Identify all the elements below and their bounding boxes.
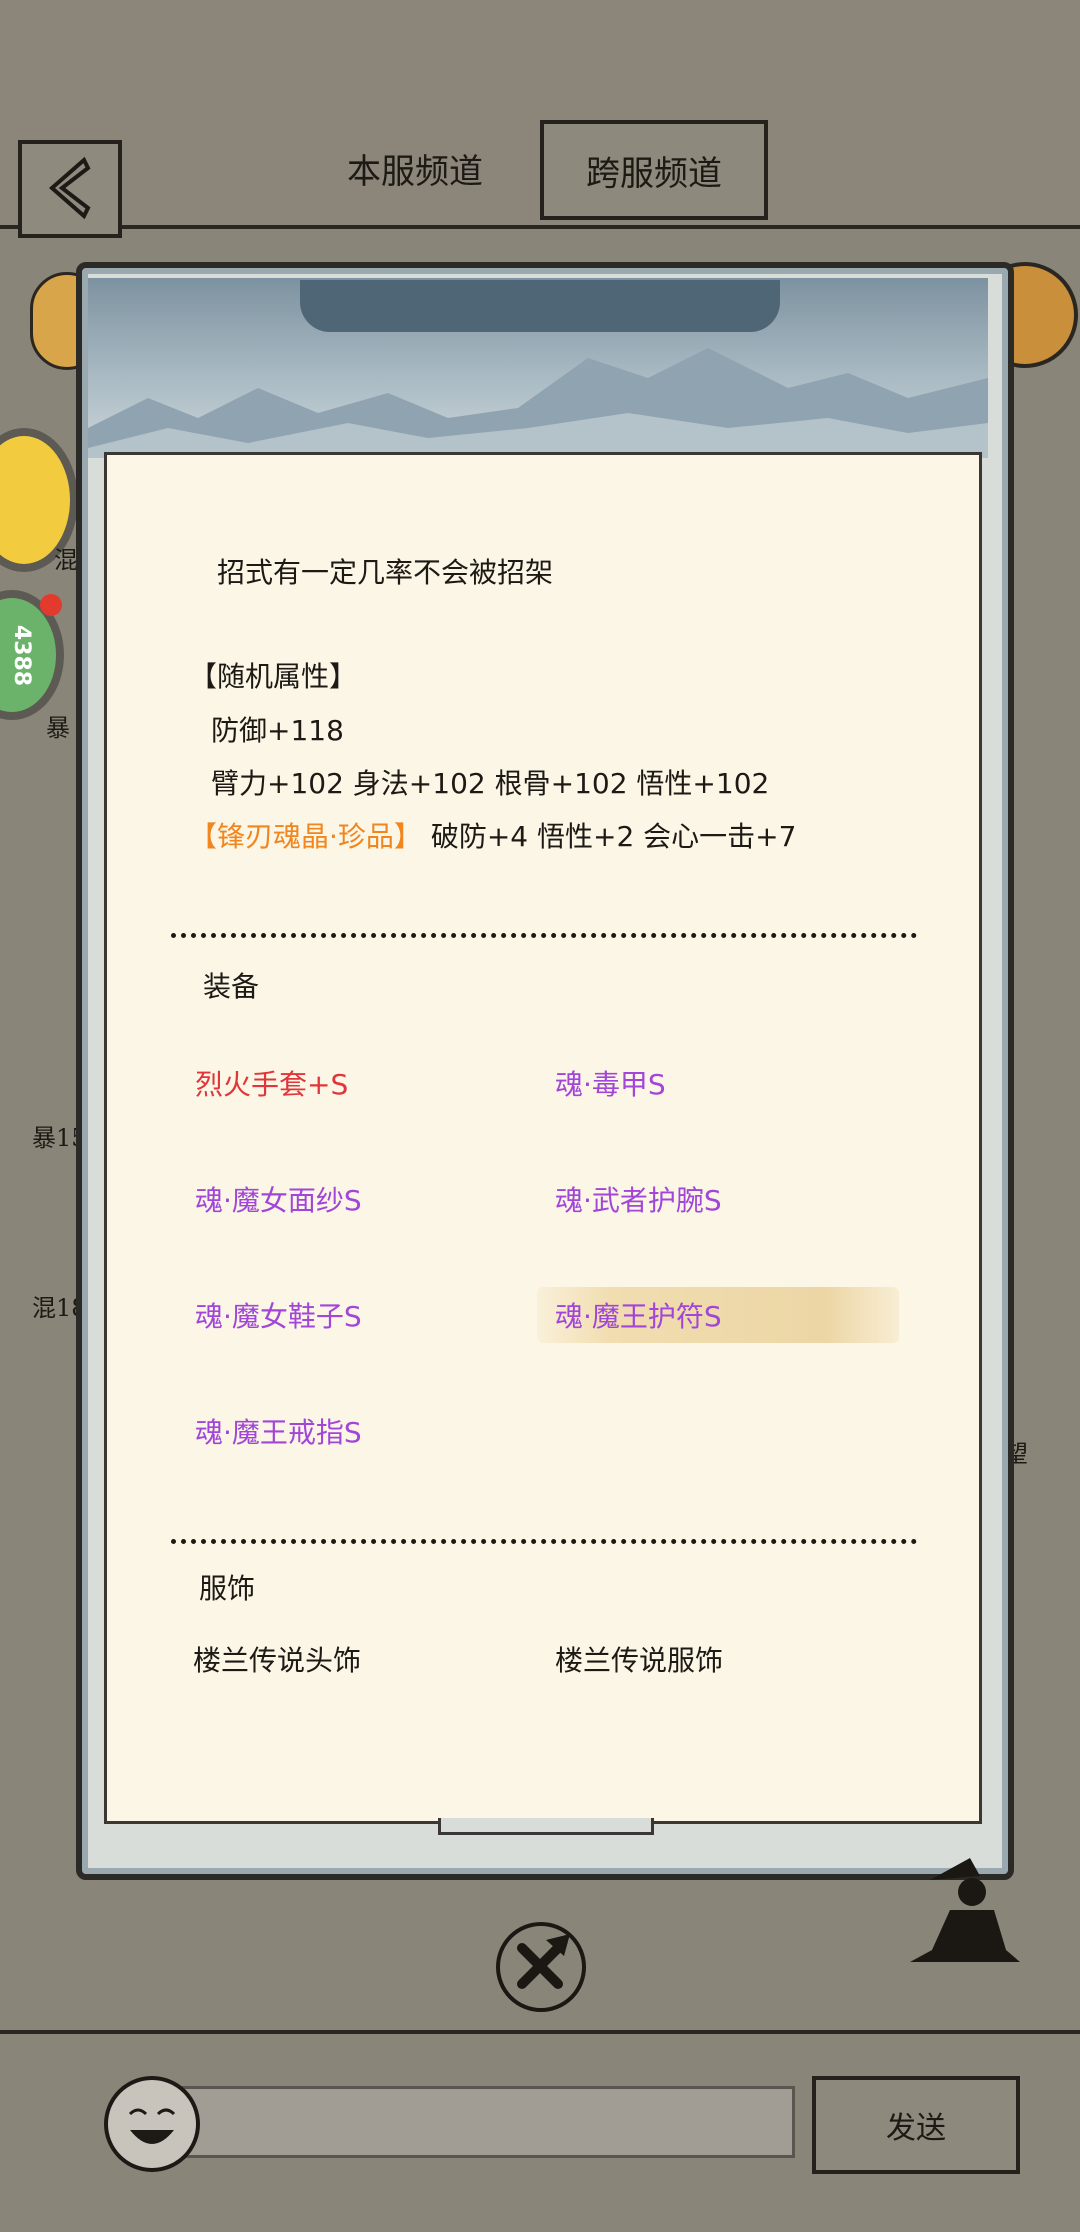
chat-fragment: 混: [54, 546, 78, 574]
tab-local-channel[interactable]: 本服频道: [320, 122, 510, 214]
divider: [171, 933, 917, 938]
equip-section-title: 装备: [203, 970, 260, 1003]
message-input[interactable]: [182, 2086, 795, 2158]
gem-name: 【锋刃魂晶·珍品】: [189, 820, 422, 853]
chat-fragment: 暴: [46, 714, 70, 742]
send-button[interactable]: 发送: [812, 2076, 1020, 2174]
costume-item[interactable]: 楼兰传说服饰: [555, 1639, 723, 1679]
popup-title-band: [300, 280, 780, 332]
equip-item[interactable]: 烈火手套+S: [195, 1063, 348, 1103]
equip-item[interactable]: 魂·毒甲S: [555, 1063, 666, 1103]
attr-line: 臂力+102 身法+102 根骨+102 悟性+102: [211, 767, 770, 800]
back-arrow-icon: [48, 156, 91, 220]
skill-description: 招式有一定几率不会被招架: [217, 556, 554, 589]
divider: [171, 1539, 917, 1544]
equip-item[interactable]: 魂·魔女面纱S: [195, 1179, 362, 1219]
costume-item[interactable]: 楼兰传说头饰: [193, 1639, 361, 1679]
emoji-button[interactable]: [104, 2076, 200, 2172]
popup-bottom-tab: [438, 1818, 654, 1835]
equip-item[interactable]: 魂·武者护腕S: [555, 1179, 722, 1219]
back-button[interactable]: [18, 140, 122, 238]
random-attr-title: 【随机属性】: [189, 660, 358, 693]
gem-effects: 破防+4 悟性+2 会心一击+7: [430, 820, 797, 853]
gem-line: 【锋刃魂晶·珍品】 破防+4 悟性+2 会心一击+7: [189, 815, 796, 855]
equip-item[interactable]: 魂·魔王护符S: [555, 1295, 722, 1335]
tab-cross-server-channel[interactable]: 跨服频道: [540, 120, 768, 220]
close-icon: [517, 1934, 570, 1989]
item-detail-panel: 招式有一定几率不会被招架 【随机属性】 防御+118 臂力+102 身法+102…: [104, 452, 982, 1824]
laughing-face-icon: [128, 2108, 176, 2144]
attr-line: 防御+118: [211, 714, 344, 747]
close-button[interactable]: [496, 1922, 586, 2012]
costume-section-title: 服饰: [199, 1572, 256, 1605]
equip-item[interactable]: 魂·魔王戒指S: [195, 1411, 362, 1451]
bonus-count: 4388: [8, 624, 34, 686]
top-bar: 本服频道 跨服频道: [0, 0, 1080, 238]
notification-dot: [40, 594, 62, 616]
equip-item[interactable]: 魂·魔女鞋子S: [195, 1295, 362, 1335]
character-silhouette-icon: [910, 1858, 1020, 1962]
